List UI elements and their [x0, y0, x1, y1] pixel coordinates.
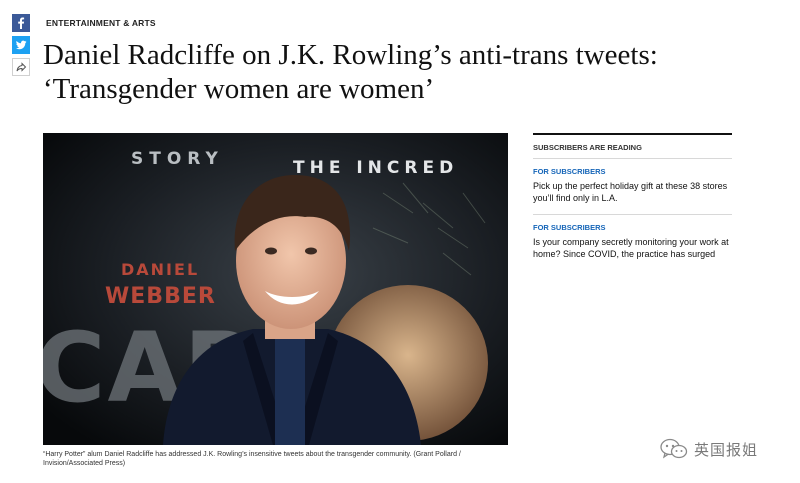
poster-text-webber: WEBBER: [105, 284, 216, 309]
share-icon: [16, 62, 27, 72]
sidebar-story-link[interactable]: Is your company secretly monitoring your…: [533, 237, 732, 260]
sidebar-story[interactable]: FOR SUBSCRIBERS Is your company secretly…: [533, 215, 732, 270]
poster-text-story: STORY: [131, 149, 224, 169]
poster-text-daniel: DANIEL: [121, 260, 199, 279]
subscribers-reading-sidebar: SUBSCRIBERS ARE READING FOR SUBSCRIBERS …: [533, 133, 732, 270]
facebook-icon: [18, 17, 25, 29]
headline-line-1: Daniel Radcliffe on J.K. Rowling’s anti-…: [43, 39, 658, 71]
share-rail: [12, 14, 30, 80]
sidebar-story[interactable]: FOR SUBSCRIBERS Pick up the perfect holi…: [533, 159, 732, 215]
more-share-button[interactable]: [12, 58, 30, 76]
headline: Daniel Radcliffe on J.K. Rowling’s anti-…: [43, 38, 683, 106]
subscriber-label[interactable]: FOR SUBSCRIBERS: [533, 167, 732, 176]
subscriber-label[interactable]: FOR SUBSCRIBERS: [533, 223, 732, 232]
wechat-icon: [660, 438, 688, 459]
watermark-text: 英国报姐: [694, 440, 759, 459]
lead-photo-illustration: STORY THE INCRED DANIEL WEBBER CAPE: [43, 133, 508, 445]
headline-line-2: ‘Transgender women are women’: [43, 73, 435, 105]
photo-caption: “Harry Potter” alum Daniel Radcliffe has…: [43, 451, 461, 467]
section-label[interactable]: ENTERTAINMENT & ARTS: [46, 18, 156, 28]
twitter-share-button[interactable]: [12, 36, 30, 54]
sidebar-story-link[interactable]: Pick up the perfect holiday gift at thes…: [533, 181, 732, 204]
watermark: 英国报姐: [660, 436, 758, 462]
lead-photo[interactable]: STORY THE INCRED DANIEL WEBBER CAPE: [43, 133, 508, 445]
sidebar-title: SUBSCRIBERS ARE READING: [533, 135, 732, 159]
poster-text-incred: THE INCRED: [293, 158, 458, 178]
facebook-share-button[interactable]: [12, 14, 30, 32]
twitter-icon: [16, 40, 27, 50]
